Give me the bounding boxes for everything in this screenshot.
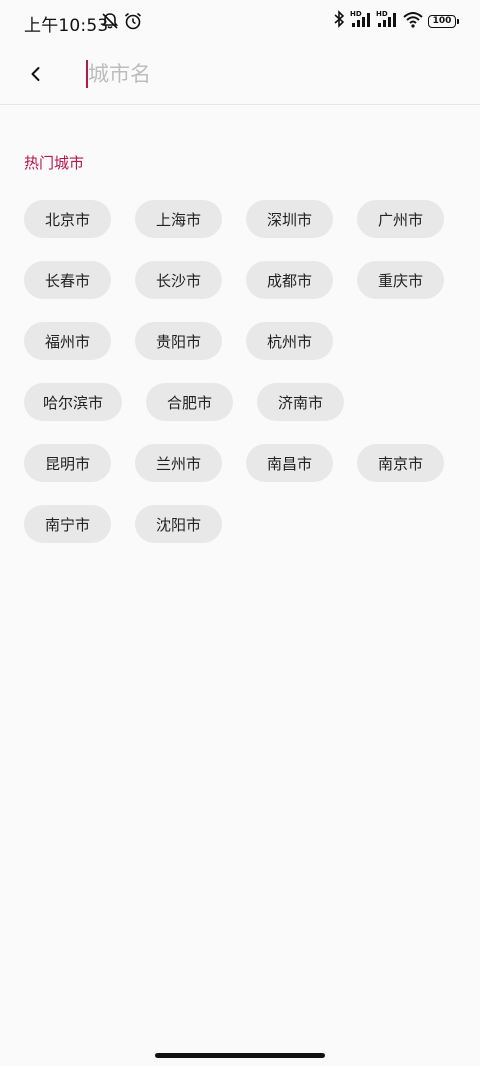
back-button[interactable] bbox=[18, 56, 54, 92]
city-row: 昆明市 兰州市 南昌市 南京市 bbox=[24, 444, 464, 482]
status-time: 上午10:53 bbox=[24, 16, 109, 36]
hot-cities-title: 热门城市 bbox=[24, 154, 85, 172]
city-chip[interactable]: 长春市 bbox=[24, 261, 111, 299]
city-chip[interactable]: 北京市 bbox=[24, 200, 111, 238]
city-chip[interactable]: 长沙市 bbox=[135, 261, 222, 299]
search-header bbox=[0, 44, 480, 105]
city-chip[interactable]: 南京市 bbox=[357, 444, 444, 482]
alarm-clock-icon bbox=[123, 11, 143, 31]
city-chip[interactable]: 南宁市 bbox=[24, 505, 111, 543]
city-chip[interactable]: 福州市 bbox=[24, 322, 111, 360]
wifi-icon bbox=[402, 9, 424, 33]
bluetooth-icon bbox=[332, 9, 346, 33]
city-row: 南宁市 沈阳市 bbox=[24, 505, 464, 543]
city-chip[interactable]: 济南市 bbox=[257, 383, 345, 421]
city-chip[interactable]: 重庆市 bbox=[357, 261, 444, 299]
city-chip[interactable]: 哈尔滨市 bbox=[24, 383, 123, 421]
signal-hd-icon-2: HD bbox=[376, 9, 398, 33]
svg-text:HD: HD bbox=[350, 10, 362, 18]
signal-hd-icon: HD bbox=[350, 9, 372, 33]
status-icons: HD HD 100 bbox=[332, 9, 459, 33]
city-row: 长春市 长沙市 成都市 重庆市 bbox=[24, 261, 464, 299]
city-row: 哈尔滨市 合肥市 济南市 bbox=[24, 383, 464, 421]
city-row: 北京市 上海市 深圳市 广州市 bbox=[24, 200, 464, 238]
status-bar: 上午10:53 HD HD 100 bbox=[0, 0, 480, 44]
search-field[interactable] bbox=[86, 58, 456, 90]
home-indicator[interactable] bbox=[155, 1053, 325, 1058]
city-chip[interactable]: 合肥市 bbox=[146, 383, 234, 421]
city-search-input[interactable] bbox=[88, 58, 448, 90]
battery-icon: 100 bbox=[428, 14, 459, 28]
muted-bell-icon bbox=[100, 11, 120, 31]
city-chip[interactable]: 杭州市 bbox=[246, 322, 333, 360]
city-chip[interactable]: 昆明市 bbox=[24, 444, 111, 482]
city-chip[interactable]: 沈阳市 bbox=[135, 505, 222, 543]
svg-text:HD: HD bbox=[376, 10, 388, 18]
city-row: 福州市 贵阳市 杭州市 bbox=[24, 322, 464, 360]
chevron-left-icon bbox=[31, 67, 40, 81]
city-chip[interactable]: 上海市 bbox=[135, 200, 222, 238]
hot-cities-grid: 北京市 上海市 深圳市 广州市 长春市 长沙市 成都市 重庆市 福州市 贵阳市 … bbox=[24, 200, 464, 566]
city-chip[interactable]: 成都市 bbox=[246, 261, 333, 299]
city-chip[interactable]: 贵阳市 bbox=[135, 322, 222, 360]
city-chip[interactable]: 广州市 bbox=[357, 200, 444, 238]
city-chip[interactable]: 南昌市 bbox=[246, 444, 333, 482]
city-chip[interactable]: 兰州市 bbox=[135, 444, 222, 482]
city-chip[interactable]: 深圳市 bbox=[246, 200, 333, 238]
